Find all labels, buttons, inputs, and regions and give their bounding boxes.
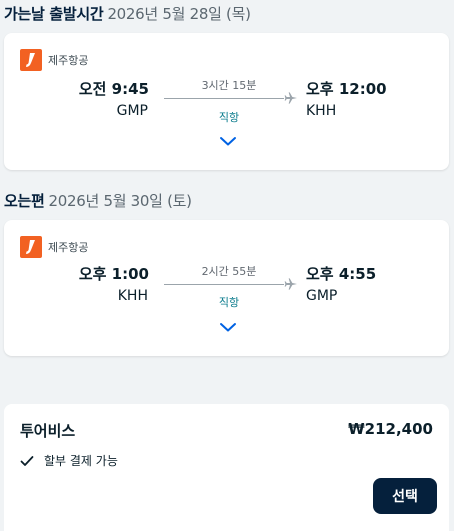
- flight-duration: 2시간 55분: [201, 265, 257, 278]
- offer-card: 투어비스 ₩212,400 할부 결제 가능 선택: [4, 404, 449, 531]
- plane-icon: [284, 92, 297, 104]
- offer-price: ₩212,400: [348, 420, 433, 438]
- airline-name: 제주항공: [48, 54, 89, 67]
- arrival-airport: GMP: [306, 288, 338, 304]
- plane-icon: [284, 278, 297, 290]
- arrival-time: 오후 12:00: [306, 80, 387, 98]
- airline-info: 제주항공: [20, 236, 88, 258]
- arrival-time: 오후 4:55: [306, 265, 377, 283]
- checkmark-icon: [20, 455, 34, 466]
- airline-logo-icon: [20, 49, 42, 71]
- stops-label: 직항: [218, 296, 240, 309]
- inbound-title: 오는편: [4, 192, 45, 210]
- select-button[interactable]: 선택: [373, 478, 437, 514]
- departure-airport: KHH: [117, 288, 148, 304]
- departure-time: 오전 9:45: [78, 80, 149, 98]
- chevron-down-icon[interactable]: [219, 135, 237, 147]
- airline-info: 제주항공: [20, 49, 88, 71]
- outbound-title: 가는날 출발시간: [4, 5, 104, 23]
- flight-duration: 3시간 15분: [201, 79, 257, 92]
- stops-label: 직항: [218, 111, 240, 124]
- installment-feature: 할부 결제 가능: [20, 452, 118, 469]
- departure-airport: GMP: [116, 103, 148, 119]
- chevron-down-icon[interactable]: [219, 321, 237, 333]
- airline-logo-icon: [20, 236, 42, 258]
- departure-time: 오후 1:00: [78, 265, 149, 283]
- inbound-date: 2026년 5월 30일 (토): [48, 192, 193, 210]
- inbound-heading: 오는편 2026년 5월 30일 (토): [4, 190, 192, 211]
- airline-name: 제주항공: [48, 241, 89, 254]
- outbound-flight-card[interactable]: 제주항공 오전 9:45 GMP 3시간 15분 직항 오후 12:00 KHH: [4, 33, 449, 170]
- installment-label: 할부 결제 가능: [44, 454, 118, 468]
- outbound-date: 2026년 5월 28일 (목): [107, 5, 251, 23]
- route-line: [164, 284, 284, 285]
- outbound-heading: 가는날 출발시간 2026년 5월 28일 (목): [4, 3, 251, 24]
- inbound-flight-card[interactable]: 제주항공 오후 1:00 KHH 2시간 55분 직항 오후 4:55 GMP: [4, 220, 449, 356]
- booking-agent-name: 투어비스: [20, 422, 76, 440]
- route-line: [164, 98, 284, 99]
- arrival-airport: KHH: [306, 103, 337, 119]
